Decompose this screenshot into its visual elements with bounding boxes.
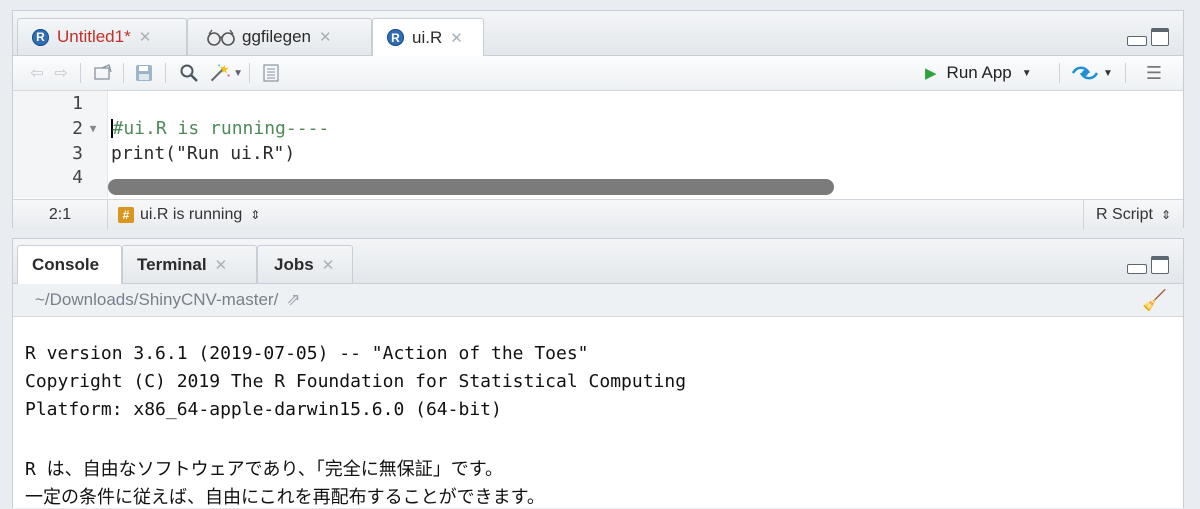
file-type-label: R Script <box>1096 206 1153 223</box>
close-icon[interactable]: ✕ <box>450 29 463 47</box>
section-label: ui.R is running <box>140 206 243 223</box>
tab-label: ggfilegen <box>242 27 312 46</box>
console-line: 一定の条件に従えば、自由にこれを再配布することができます。 <box>25 487 545 508</box>
save-icon[interactable] <box>131 61 157 85</box>
section-hash-icon: # <box>118 207 134 223</box>
console-line: R version 3.6.1 (2019-07-05) -- "Action … <box>25 343 589 364</box>
editor-status-bar: 2:1 # ui.R is running ⇕ R Script ⇕ <box>13 199 1183 230</box>
line-number: 2 <box>72 117 83 139</box>
document-outline-icon[interactable]: ☰ <box>1141 61 1167 85</box>
forward-arrow-icon[interactable]: ⇨ <box>49 61 73 85</box>
console-output[interactable]: R version 3.6.1 (2019-07-05) -- "Action … <box>13 317 1183 508</box>
console-tab-bar: Console Terminal ✕ Jobs ✕ <box>13 239 1183 284</box>
chevron-down-icon: ▼ <box>1021 67 1032 79</box>
r-file-icon: R <box>387 29 404 46</box>
section-navigator[interactable]: # ui.R is running ⇕ <box>118 206 260 224</box>
tab-console[interactable]: Console <box>17 245 122 284</box>
code-text: print("Run ui.R") <box>111 142 296 164</box>
clear-console-broom-icon[interactable]: 🧹 <box>1142 288 1167 313</box>
updown-chevron-icon: ⇕ <box>250 208 261 222</box>
viewer-glasses-icon <box>206 28 236 46</box>
line-number: 3 <box>72 142 83 164</box>
tab-untitled1[interactable]: R Untitled1* ✕ <box>17 18 187 55</box>
fold-toggle-icon[interactable]: ▼ <box>83 122 103 135</box>
tab-ui-r[interactable]: R ui.R ✕ <box>372 18 484 56</box>
code-text: #ui.R is running---- <box>112 117 330 139</box>
code-line: 1 <box>13 91 1183 115</box>
search-icon[interactable] <box>175 61 203 85</box>
show-in-window-icon[interactable] <box>89 61 117 85</box>
chevron-down-icon: ▼ <box>233 67 243 79</box>
back-arrow-icon[interactable]: ⇦ <box>25 61 49 85</box>
close-icon[interactable]: ✕ <box>319 28 332 46</box>
publish-button[interactable]: ▼ <box>1067 61 1117 85</box>
updown-chevron-icon: ⇕ <box>1160 208 1171 222</box>
r-file-icon: R <box>32 28 49 46</box>
cursor-position: 2:1 <box>13 200 108 230</box>
close-icon[interactable]: ✕ <box>322 256 335 274</box>
code-editor[interactable]: 1 2 ▼ #ui.R is running---- 3 print("Run … <box>13 91 1183 198</box>
close-icon[interactable]: ✕ <box>139 28 152 46</box>
horizontal-scrollbar[interactable] <box>108 179 834 195</box>
editor-toolbar: ⇦ ⇨ ▼ ▶ Run App ▼ ▼ ☰ <box>13 56 1183 91</box>
compile-report-icon[interactable] <box>257 61 285 85</box>
maximize-pane-icon[interactable] <box>1151 256 1169 274</box>
go-to-directory-icon[interactable]: ⇗ <box>286 290 300 310</box>
pane-window-controls <box>1127 28 1169 46</box>
run-app-label: Run App <box>946 63 1012 82</box>
close-icon[interactable]: ✕ <box>215 256 228 274</box>
console-line: R は、自由なソフトウェアであり、「完全に無保証」です。 <box>25 459 503 480</box>
editor-tab-bar: R Untitled1* ✕ ggfilegen ✕ R ui.R ✕ <box>13 11 1183 56</box>
tab-label: Untitled1* <box>57 27 131 46</box>
console-line: Platform: x86_64-apple-darwin15.6.0 (64-… <box>25 399 502 420</box>
line-number: 1 <box>72 92 83 114</box>
file-type-selector[interactable]: R Script ⇕ <box>1083 200 1183 230</box>
tab-ggfilegen[interactable]: ggfilegen ✕ <box>187 18 372 55</box>
code-tools-wand-icon[interactable]: ▼ <box>209 61 243 85</box>
working-directory-bar: ~/Downloads/ShinyCNV-master/ ⇗ 🧹 <box>13 284 1183 317</box>
tab-label: ui.R <box>412 27 443 47</box>
maximize-pane-icon[interactable] <box>1151 28 1169 46</box>
working-directory-path: ~/Downloads/ShinyCNV-master/ <box>35 290 279 309</box>
code-line: 3 print("Run ui.R") <box>13 141 1183 165</box>
run-app-button[interactable]: ▶ Run App ▼ <box>925 61 1055 85</box>
pane-window-controls <box>1127 256 1169 274</box>
console-line: Copyright (C) 2019 The R Foundation for … <box>25 371 687 392</box>
tab-label: Terminal <box>137 254 207 274</box>
minimize-pane-icon[interactable] <box>1127 36 1147 46</box>
minimize-pane-icon[interactable] <box>1127 264 1147 274</box>
tab-jobs[interactable]: Jobs ✕ <box>257 245 353 283</box>
line-number: 4 <box>72 166 83 188</box>
chevron-down-icon: ▼ <box>1103 67 1113 79</box>
tab-label: Jobs <box>274 254 314 274</box>
tab-label: Console <box>32 255 100 274</box>
code-line: 2 ▼ #ui.R is running---- <box>13 116 1183 140</box>
source-editor-pane: R Untitled1* ✕ ggfilegen ✕ R ui.R ✕ ⇦ ⇨ <box>12 10 1184 230</box>
play-icon: ▶ <box>925 65 937 82</box>
tab-terminal[interactable]: Terminal ✕ <box>122 245 257 283</box>
console-pane: Console Terminal ✕ Jobs ✕ ~/Downloads/Sh… <box>12 238 1184 508</box>
